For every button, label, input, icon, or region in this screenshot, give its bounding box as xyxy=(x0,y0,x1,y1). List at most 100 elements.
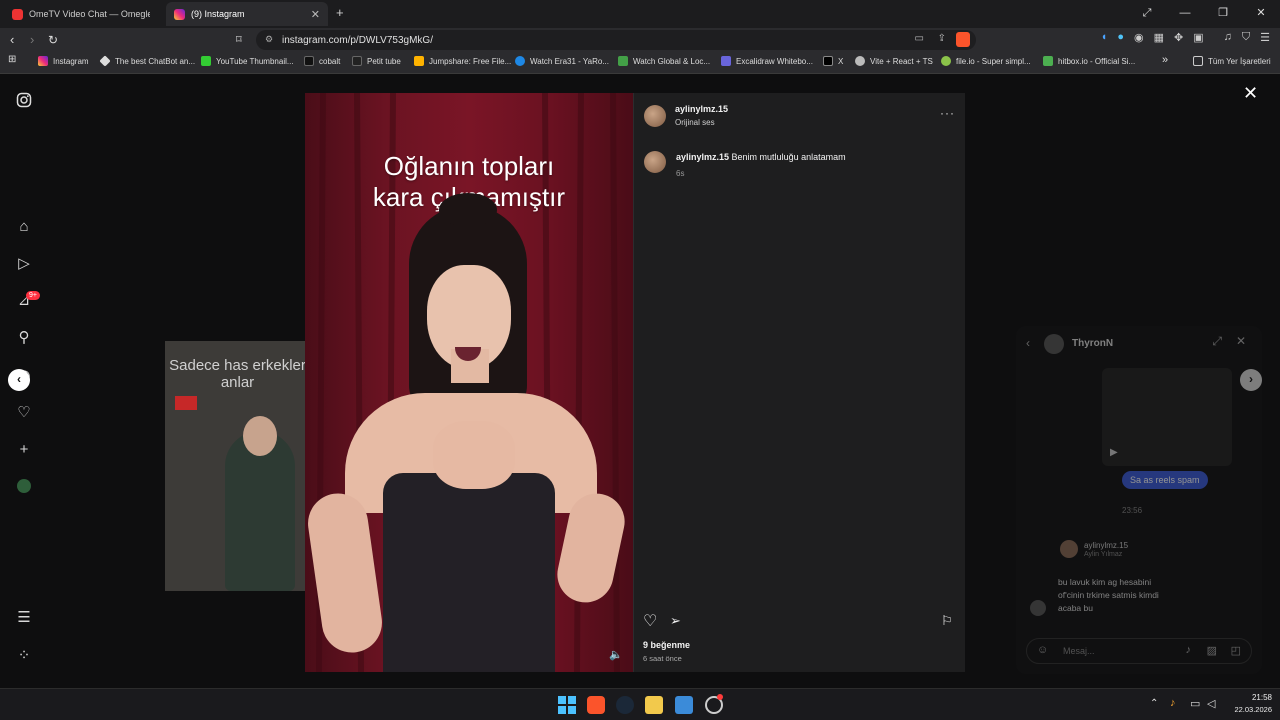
forward-icon[interactable]: › xyxy=(30,31,34,49)
back-icon[interactable]: ‹ xyxy=(1026,336,1030,350)
bookmark-item[interactable]: Petit tube xyxy=(352,56,401,66)
play-icon: ▶ xyxy=(1110,447,1118,458)
vpn-icon[interactable]: ⛉ xyxy=(1242,31,1250,44)
steam-icon[interactable] xyxy=(616,696,634,714)
received-message: bu lavuk kim ag hesabini of'cinin trkime… xyxy=(1058,577,1159,613)
extensions-puzzle-icon[interactable]: ✥ xyxy=(1174,31,1183,44)
share-icon[interactable]: ⇪ xyxy=(938,33,946,44)
author-username[interactable]: aylinylmz.15 xyxy=(675,104,728,114)
thumbnail-icon xyxy=(201,56,211,66)
tab-instagram[interactable]: (9) Instagram ✕ xyxy=(166,2,328,26)
bookmark-label: Petit tube xyxy=(367,56,401,66)
windows-start-icon[interactable] xyxy=(558,696,576,714)
bookmark-item[interactable]: X xyxy=(823,56,843,66)
message-input[interactable]: ☺ Mesaj... ♪ ▨ ◰ xyxy=(1026,638,1252,664)
bookmark-item[interactable]: file.io - Super simpl... xyxy=(941,56,1031,66)
music-icon[interactable]: ♫ xyxy=(1224,31,1232,44)
bookmark-item[interactable]: Excalidraw Whitebo... xyxy=(721,56,813,66)
previous-post-button[interactable]: ‹ xyxy=(8,369,30,391)
home-icon[interactable]: ⌂ xyxy=(15,218,33,236)
bookmark-item[interactable]: Jumpshare: Free File... xyxy=(414,56,511,66)
sent-message: Sa as reels spam xyxy=(1122,471,1208,489)
comment-avatar[interactable] xyxy=(644,151,666,173)
bookmark-item[interactable]: Watch Era31 - YaRo... xyxy=(515,56,609,66)
bookmark-item[interactable]: YouTube Thumbnail... xyxy=(201,56,294,66)
author-avatar[interactable] xyxy=(644,105,666,127)
new-tab-button[interactable]: + xyxy=(336,5,344,20)
clock-date[interactable]: 22.03.2026 xyxy=(1222,705,1272,714)
sidebar-toggle-icon[interactable]: ▣ xyxy=(1193,31,1203,44)
reels-icon[interactable]: ▷ xyxy=(15,255,33,273)
like-icon[interactable]: ♡ xyxy=(643,611,657,631)
share-icon[interactable]: ➢ xyxy=(670,613,681,629)
restore-button[interactable]: ❐ xyxy=(1204,0,1242,28)
more-menu-icon[interactable]: ☰ xyxy=(15,609,33,627)
network-icon[interactable]: ▭ xyxy=(1190,697,1200,710)
image-icon[interactable]: ▨ xyxy=(1207,644,1217,657)
address-bar[interactable]: ⚙ instagram.com/p/DWLV753gMkG/ ▭ ⇪ xyxy=(256,30,976,50)
all-bookmarks-button[interactable]: Tüm Yer İşaretleri xyxy=(1193,56,1271,66)
chatbot-icon xyxy=(99,55,111,67)
profile-avatar[interactable] xyxy=(15,479,33,497)
instagram-logo-icon[interactable] xyxy=(15,92,33,110)
close-tab-icon[interactable]: ✕ xyxy=(311,8,320,21)
extension-icon[interactable]: ◉ xyxy=(1134,31,1144,44)
meta-apps-icon[interactable]: ⁘ xyxy=(15,647,33,665)
close-window-button[interactable]: ✕ xyxy=(1242,0,1280,28)
microphone-icon[interactable]: ♪ xyxy=(1186,644,1192,656)
reel-video[interactable]: Oğlanın topları kara çıkmamıştır 🔈 xyxy=(305,93,633,672)
audio-icon[interactable]: ◖ xyxy=(1101,31,1108,44)
search-icon[interactable]: ⚲ xyxy=(15,329,33,347)
comment-username[interactable]: aylinylmz.15 xyxy=(676,152,729,162)
tray-overflow-icon[interactable]: ⌃ xyxy=(1150,698,1158,709)
audio-label[interactable]: Orijinal ses xyxy=(675,118,715,127)
sticker-icon[interactable]: ◰ xyxy=(1231,644,1241,657)
file-explorer-icon[interactable] xyxy=(645,696,663,714)
more-options-icon[interactable]: ··· xyxy=(940,106,955,120)
bookmark-item[interactable]: Watch Global & Loc... xyxy=(618,56,710,66)
save-icon[interactable]: ⚐ xyxy=(941,613,953,629)
site-info-icon[interactable]: ⚙ xyxy=(265,34,273,45)
clock-time[interactable]: 21:58 xyxy=(1230,693,1272,702)
bookmark-item[interactable]: Instagram xyxy=(38,56,89,66)
reload-icon[interactable]: ↻ xyxy=(48,31,58,49)
heart-icon[interactable]: ♡ xyxy=(15,404,33,422)
expand-icon[interactable]: ⤢ xyxy=(1212,334,1222,349)
back-icon[interactable]: ‹ xyxy=(10,31,14,49)
jumpshare-icon xyxy=(414,56,424,66)
cast-icon[interactable]: ▭ xyxy=(915,33,924,44)
shared-user-handle[interactable]: aylinylmz.15 xyxy=(1084,541,1128,550)
microphone-tray-icon[interactable]: ♪ xyxy=(1170,697,1176,709)
close-modal-icon[interactable]: ✕ xyxy=(1243,83,1258,104)
bookmark-icon[interactable]: ⌑ xyxy=(236,31,242,49)
extension-icon[interactable]: ▦ xyxy=(1154,31,1164,44)
brave-browser-icon[interactable] xyxy=(587,696,605,714)
apps-grid-icon[interactable]: ⊞ xyxy=(8,54,16,65)
emoji-icon[interactable]: ☺ xyxy=(1037,644,1048,656)
shared-reel[interactable]: ▶ xyxy=(1102,368,1232,466)
create-icon[interactable]: + xyxy=(15,441,33,459)
bookmark-label: Excalidraw Whitebo... xyxy=(736,56,813,66)
extension-icon[interactable]: ● xyxy=(1117,31,1124,44)
volume-tray-icon[interactable]: ◁ xyxy=(1207,697,1215,710)
extensions-icon[interactable]: ⤢ xyxy=(1128,0,1166,28)
monitor-app-icon[interactable] xyxy=(675,696,693,714)
contact-name[interactable]: ThyronN xyxy=(1072,338,1113,349)
bookmark-item[interactable]: cobalt xyxy=(304,56,340,66)
brave-shield-icon[interactable] xyxy=(956,32,970,47)
likes-count[interactable]: 9 beğenme xyxy=(643,640,690,650)
bookmark-item[interactable]: The best ChatBot an... xyxy=(99,55,195,67)
volume-icon[interactable]: 🔈 xyxy=(609,648,623,661)
bookmark-label: YouTube Thumbnail... xyxy=(216,56,294,66)
watch-global-icon xyxy=(618,56,628,66)
instagram-icon xyxy=(38,56,48,66)
tab-title: OmeTV Video Chat — Omegle R xyxy=(29,9,150,19)
close-icon[interactable]: ✕ xyxy=(1236,334,1246,348)
menu-icon[interactable]: ☰ xyxy=(1260,31,1270,44)
minimize-button[interactable]: — xyxy=(1166,0,1204,28)
bookmark-item[interactable]: Vite + React + TS xyxy=(855,56,933,66)
bookmarks-overflow-button[interactable]: » xyxy=(1162,54,1168,66)
tab-ometv[interactable]: OmeTV Video Chat — Omegle R xyxy=(4,2,158,26)
post-time[interactable]: 6 saat önce xyxy=(643,654,682,663)
bookmark-item[interactable]: hitbox.io - Official Si... xyxy=(1043,56,1135,66)
